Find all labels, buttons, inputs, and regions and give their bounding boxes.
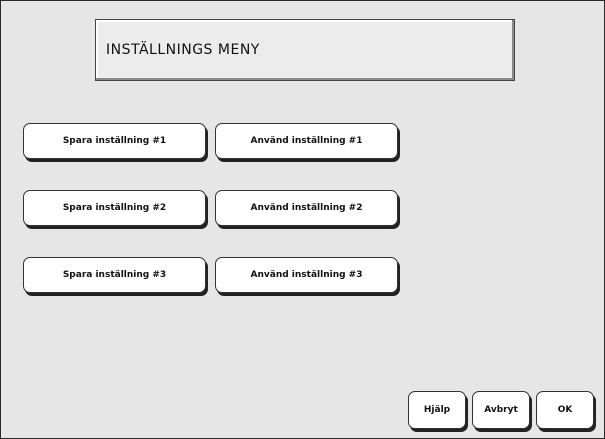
- use-setting-1-button[interactable]: Använd inställning #1: [215, 123, 398, 159]
- save-setting-1-button[interactable]: Spara inställning #1: [23, 123, 206, 159]
- use-setting-3-button[interactable]: Använd inställning #3: [215, 257, 398, 293]
- save-setting-3-button[interactable]: Spara inställning #3: [23, 257, 206, 293]
- settings-menu-screen: INSTÄLLNINGS MENY Spara inställning #1 A…: [0, 0, 605, 439]
- title-panel: INSTÄLLNINGS MENY: [95, 19, 515, 81]
- cancel-button[interactable]: Avbryt: [472, 391, 530, 429]
- help-button[interactable]: Hjälp: [408, 391, 466, 429]
- ok-button[interactable]: OK: [536, 391, 594, 429]
- save-setting-2-button[interactable]: Spara inställning #2: [23, 190, 206, 226]
- use-setting-2-button[interactable]: Använd inställning #2: [215, 190, 398, 226]
- page-title: INSTÄLLNINGS MENY: [106, 42, 260, 58]
